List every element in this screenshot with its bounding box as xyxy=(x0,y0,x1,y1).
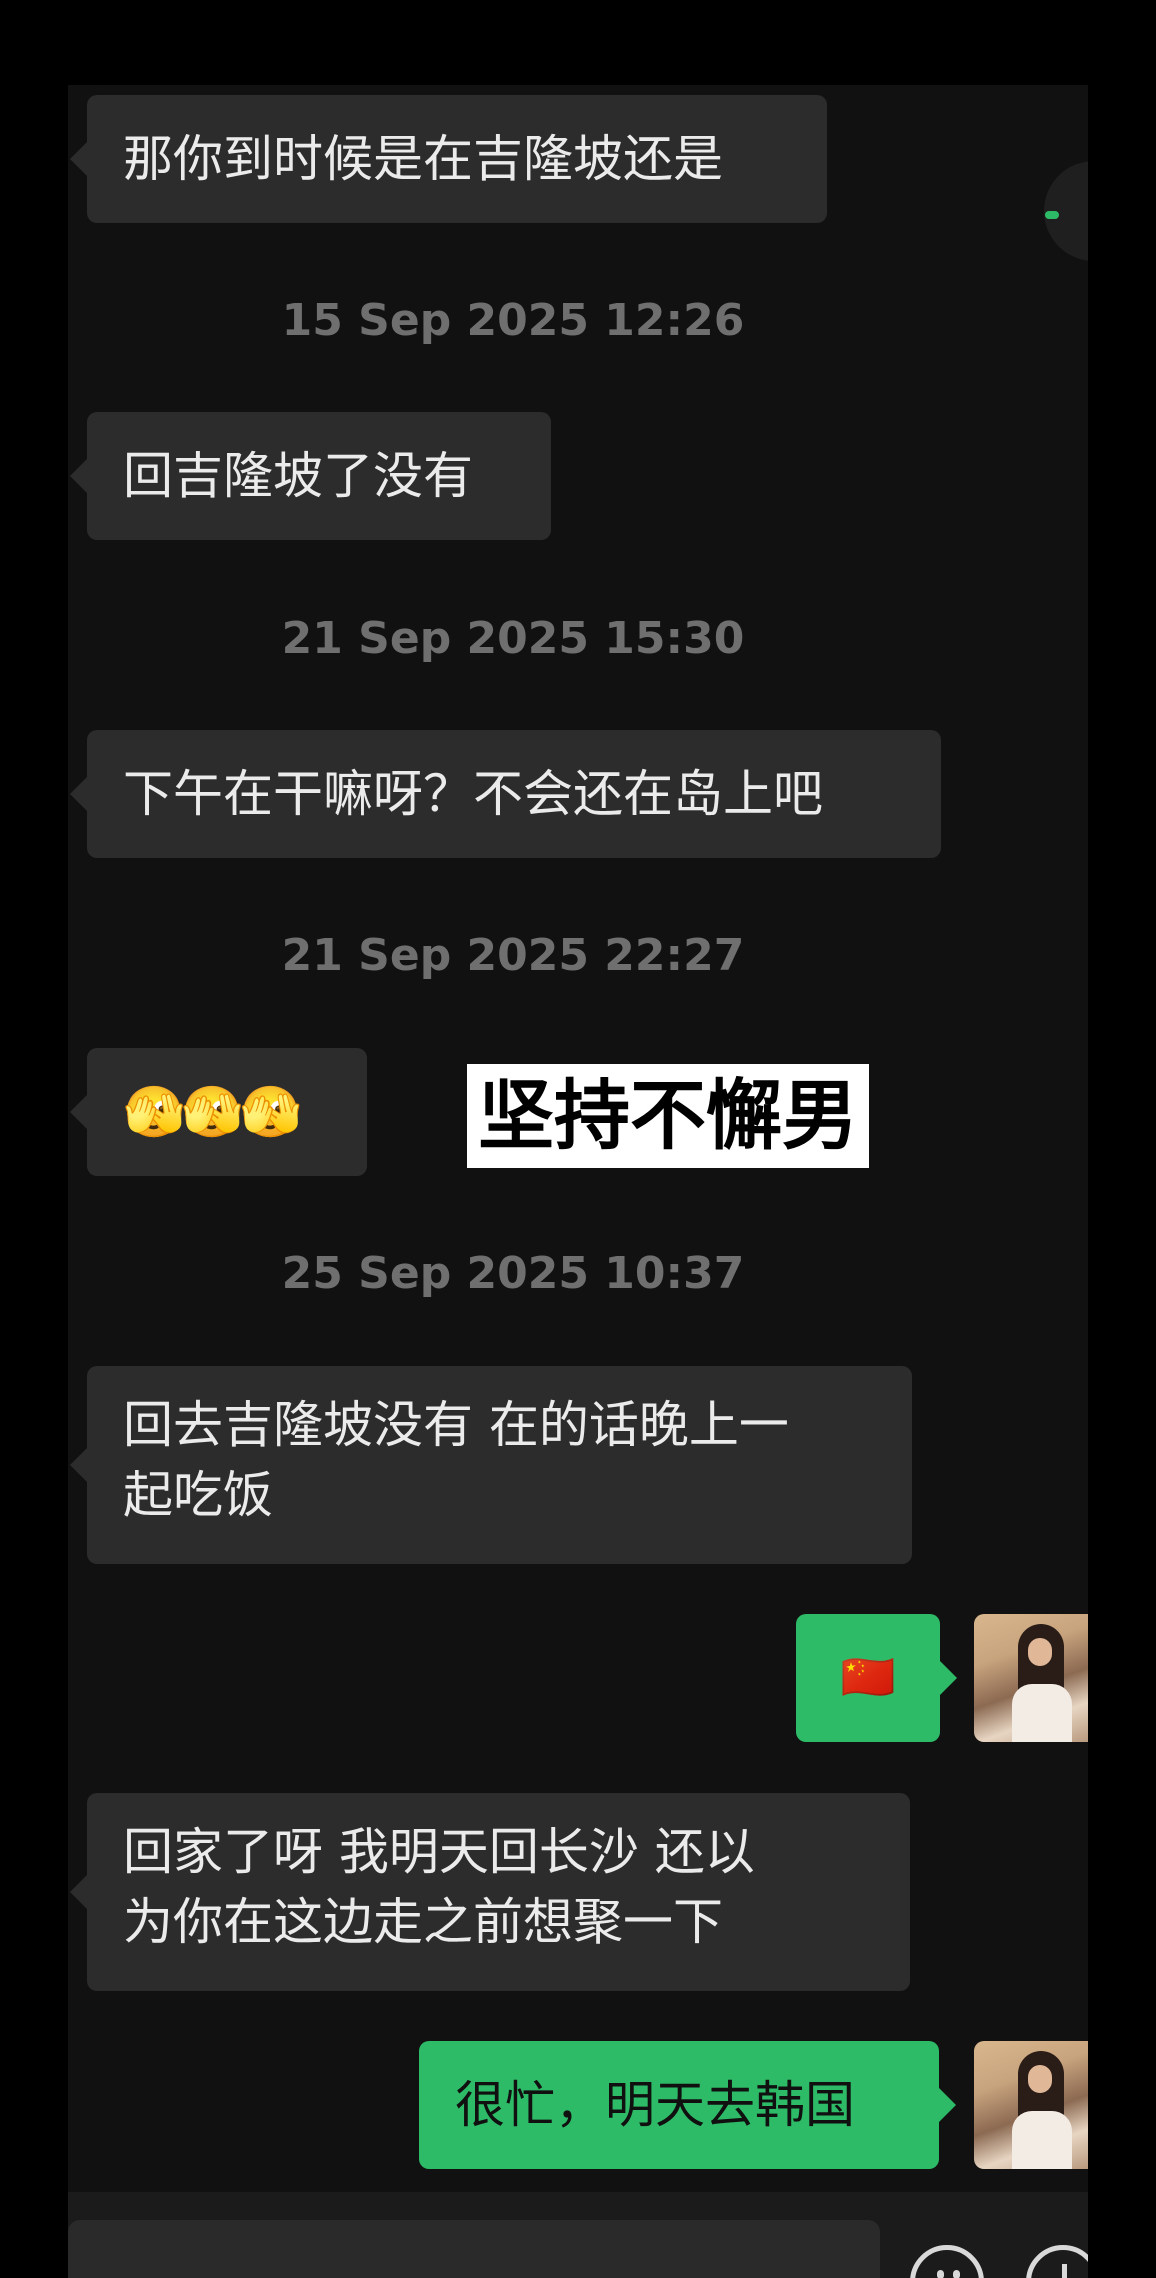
message-bubble-outgoing[interactable]: 很忙，明天去韩国 xyxy=(419,2041,956,2169)
floating-side-button[interactable] xyxy=(1044,161,1088,261)
message-line: 回去吉隆坡没有 在的话晚上一 xyxy=(123,1396,789,1454)
avatar[interactable] xyxy=(974,2041,1088,2169)
message-line: 回家了呀 我明天回长沙 还以 xyxy=(123,1823,755,1881)
message-line: 起吃饭 xyxy=(123,1466,273,1524)
message-bubble-outgoing[interactable]: 🇨🇳 xyxy=(796,1614,957,1742)
timestamp: 15 Sep 2025 12:26 xyxy=(281,295,745,346)
message-bubble-incoming[interactable]: 回去吉隆坡没有 在的话晚上一 起吃饭 xyxy=(70,1366,912,1564)
timestamp: 21 Sep 2025 15:30 xyxy=(281,613,745,664)
timestamp: 25 Sep 2025 10:37 xyxy=(281,1248,745,1299)
avatar[interactable] xyxy=(974,1614,1088,1742)
message-line: 为你在这边走之前想聚一下 xyxy=(123,1893,723,1951)
timestamp: 21 Sep 2025 22:27 xyxy=(281,930,745,981)
message-bubble-incoming-emoji[interactable]: 🫣🫣🫣 xyxy=(70,1048,367,1176)
chat-area: 那你到时候是在吉隆坡还是 15 Sep 2025 12:26 回吉隆坡了没有 2… xyxy=(68,85,1088,2278)
message-bubble-incoming[interactable]: 下午在干嘛呀？不会还在岛上吧 xyxy=(70,730,941,858)
message-bubble-incoming[interactable]: 回家了呀 我明天回长沙 还以 为你在这边走之前想聚一下 xyxy=(70,1793,910,1991)
message-bubble-incoming[interactable]: 那你到时候是在吉隆坡还是 xyxy=(70,95,827,223)
message-input[interactable] xyxy=(68,2220,880,2278)
caption-overlay: 坚持不懈男 xyxy=(467,1064,869,1168)
wechat-float-icon xyxy=(1045,211,1059,219)
message-bubble-incoming[interactable]: 回吉隆坡了没有 xyxy=(70,412,551,540)
